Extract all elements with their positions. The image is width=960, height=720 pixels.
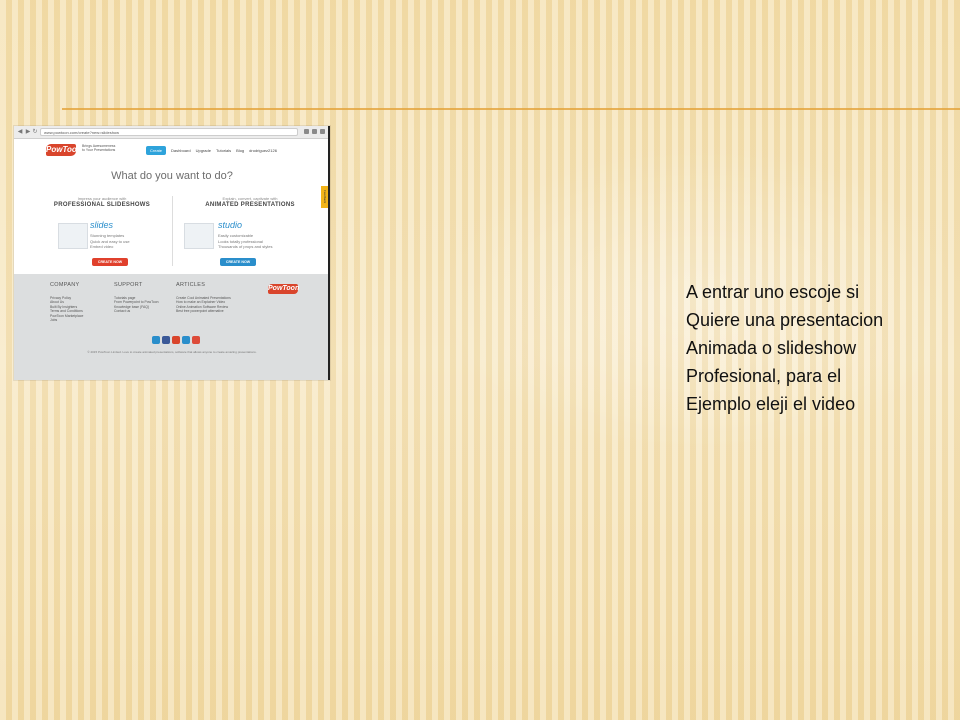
footer-company-links: Privacy Policy About Us Built By Insight…: [50, 296, 83, 322]
nav-upgrade[interactable]: Upgrade: [196, 146, 211, 155]
studio-product-name: studio: [218, 220, 243, 230]
nav-blog[interactable]: Blog: [236, 146, 244, 155]
slides-features: Stunning templates Quick and easy to use…: [90, 233, 130, 250]
slides-column: Impress your audience with PROFESSIONAL …: [32, 196, 172, 208]
browser-toolbar: ◀ ▶ ↻ www.powtoon.com/create?new=slidesh…: [14, 126, 330, 139]
site-footer: COMPANY Privacy Policy About Us Built By…: [14, 274, 330, 380]
caption-line: Profesional, para el: [686, 366, 842, 386]
studio-title: ANIMATED PRESENTATIONS: [205, 202, 295, 208]
footer-company-title: COMPANY: [50, 282, 80, 288]
footer-articles-links: Create Cool Animated Presentations How t…: [176, 296, 246, 314]
slides-illustration: [58, 223, 88, 249]
footer-support-links: Tutorials page From Powerpoint to PowToo…: [114, 296, 158, 314]
footer-link[interactable]: Terms and Conditions: [50, 309, 83, 313]
facebook-icon[interactable]: [162, 336, 170, 344]
logo-tagline: Brings Awesomeness to Your Presentations: [82, 144, 116, 152]
nav-tutorials[interactable]: Tutorials: [216, 146, 231, 155]
footer-link[interactable]: Contact us: [114, 309, 158, 313]
site-header: PowToon Brings Awesomeness to Your Prese…: [14, 139, 330, 161]
slides-lead: Impress your audience with: [77, 196, 127, 201]
slides-feature-3: Embed video: [90, 244, 114, 249]
studio-illustration: [184, 223, 214, 249]
slides-product-name: slides: [90, 220, 114, 230]
address-bar[interactable]: www.powtoon.com/create?new=slideshow: [40, 128, 298, 136]
column-divider: [172, 196, 173, 266]
slide-caption: A entrar uno escoje si Quiere una presen…: [686, 278, 956, 418]
feedback-tab[interactable]: Feedback: [321, 186, 328, 208]
page-headline: What do you want to do?: [111, 170, 233, 182]
site-nav: Create Dashboard Upgrade Tutorials Blog …: [146, 146, 277, 155]
extension-icon[interactable]: [304, 129, 309, 134]
menu-icon[interactable]: [320, 129, 325, 134]
social-links: [152, 336, 200, 344]
caption-line: Quiere una presentacion: [686, 310, 884, 330]
forward-icon[interactable]: ▶: [25, 129, 31, 135]
back-icon[interactable]: ◀: [17, 129, 23, 135]
nav-user[interactable]: drodriguez2126: [249, 146, 277, 155]
screenshot-thumbnail: ◀ ▶ ↻ www.powtoon.com/create?new=slidesh…: [14, 126, 330, 380]
title-divider-line: [62, 108, 960, 110]
twitter-icon[interactable]: [152, 336, 160, 344]
nav-dashboard[interactable]: Dashboard: [171, 146, 191, 155]
footer-copyright: © 2015 PowToon Limited. Love to create a…: [87, 350, 257, 354]
footer-support-title: SUPPORT: [114, 282, 143, 288]
nav-create[interactable]: Create: [146, 146, 167, 155]
studio-create-button[interactable]: CREATE NOW: [220, 258, 256, 266]
footer-link[interactable]: Jobs: [50, 318, 83, 322]
powtoon-logo[interactable]: PowToon: [46, 144, 82, 156]
screenshot-edge: [328, 126, 330, 380]
studio-features: Easily customizable Looks totally profes…: [218, 233, 272, 250]
reload-icon[interactable]: ↻: [32, 129, 38, 135]
footer-link[interactable]: Best free powerpoint alternative: [176, 309, 246, 313]
linkedin-icon[interactable]: [182, 336, 190, 344]
studio-lead: Explain, convert, captivate with: [222, 196, 278, 201]
footer-powtoon-logo[interactable]: PowToon: [268, 284, 299, 294]
caption-line: A entrar uno escoje si: [686, 282, 860, 302]
slides-title: PROFESSIONAL SLIDESHOWS: [53, 202, 151, 208]
bookmark-icon[interactable]: [312, 129, 317, 134]
studio-column: Explain, convert, captivate with ANIMATE…: [180, 196, 320, 208]
google-plus-icon[interactable]: [192, 336, 200, 344]
youtube-icon[interactable]: [172, 336, 180, 344]
slides-feature-1: Stunning templates: [90, 233, 125, 238]
footer-articles-title: ARTICLES: [176, 282, 206, 288]
studio-feature-3: Thousands of props and styles: [218, 244, 273, 249]
caption-line: Ejemplo eleji el video: [686, 394, 856, 414]
slides-create-button[interactable]: CREATE NOW: [92, 258, 128, 266]
caption-line: Animada o slideshow: [686, 338, 857, 358]
